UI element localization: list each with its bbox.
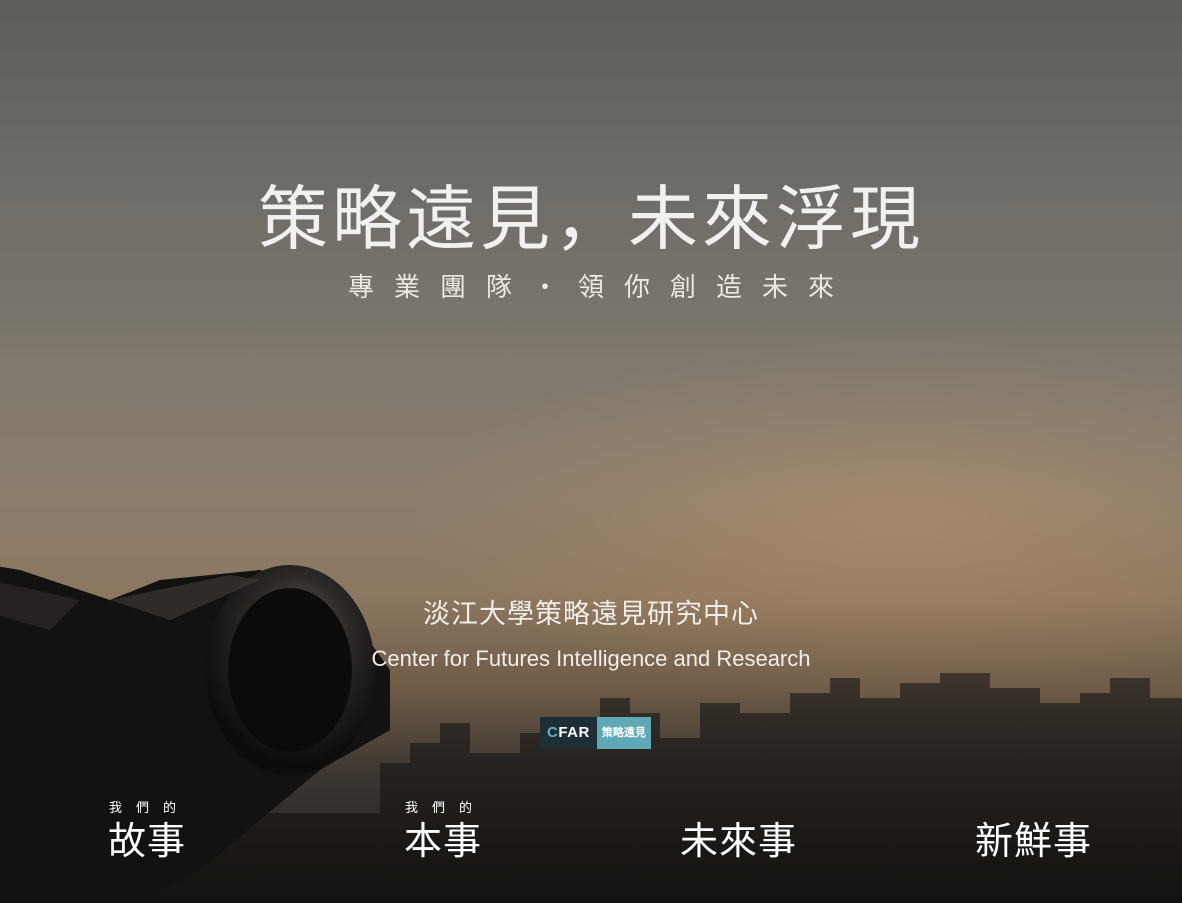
center-name-chinese: 淡江大學策略遠見研究中心 <box>423 599 759 630</box>
logo-chinese-text: 策略遠見 <box>596 717 651 749</box>
nav-item-label: 故事 <box>108 819 187 863</box>
center-name-english: Center for Futures Intelligence and Rese… <box>371 646 811 671</box>
nav-item-capabilities[interactable]: 我們的 本事 <box>404 800 486 864</box>
hero-subtitle: 專業團隊・領你創造未來 <box>347 273 854 303</box>
nav-item-label: 新鮮事 <box>975 819 1093 863</box>
cfar-logo[interactable]: CFAR 策略遠見 <box>540 717 651 749</box>
nav-item-label: 本事 <box>404 819 483 863</box>
nav-item-prefix: 我們的 <box>109 801 191 816</box>
nav-item-future[interactable]: 未來事 <box>680 818 797 864</box>
nav-item-prefix: 我們的 <box>405 801 487 816</box>
main-nav: 我們的 故事 我們的 本事 未來事 新鮮事 <box>0 800 1182 890</box>
nav-item-news[interactable]: 新鮮事 <box>975 818 1092 864</box>
nav-item-label: 未來事 <box>680 819 798 863</box>
hero-title: 策略遠見，未來浮現 <box>258 178 924 260</box>
nav-item-story[interactable]: 我們的 故事 <box>108 800 190 864</box>
hero-section: 策略遠見，未來浮現 專業團隊・領你創造未來 淡江大學策略遠見研究中心 Cente… <box>0 0 1182 903</box>
logo-cfar-text: CFAR <box>540 717 597 749</box>
